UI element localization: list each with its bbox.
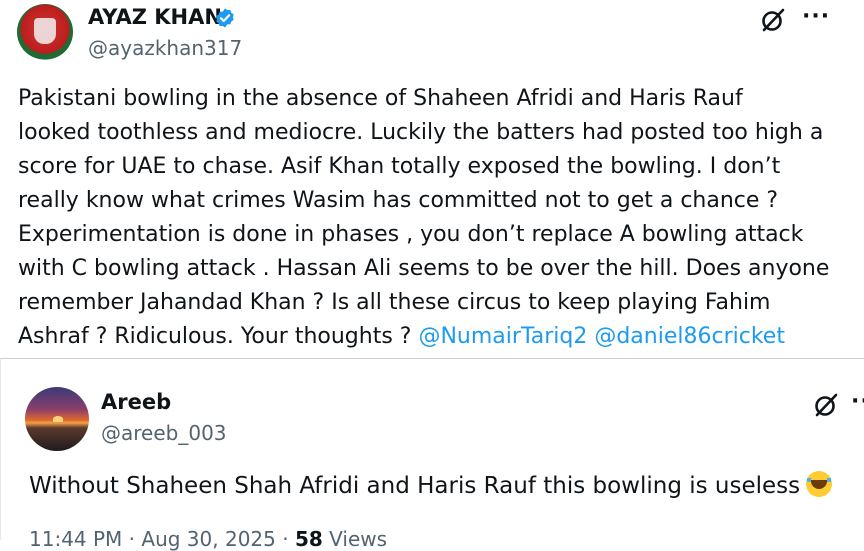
views-label: Views <box>322 527 388 551</box>
tweet-text-line: Pakistani bowling in the absence of Shah… <box>18 86 743 111</box>
author-handle[interactable]: @areeb_003 <box>101 421 227 445</box>
tweet-date[interactable]: Aug 30, 2025 <box>141 527 275 551</box>
verified-badge-icon <box>216 8 234 28</box>
mention-link-numairtariq2[interactable]: @NumairTariq2 <box>418 324 587 349</box>
more-options-icon[interactable]: ··· <box>802 6 830 28</box>
tweet-meta: 11:44 PM · Aug 30, 2025 · 58 Views <box>29 527 387 551</box>
tweet-text-line-last: Ashraf ? Ridiculous. Your thoughts ? @Nu… <box>18 320 858 354</box>
tweet-text-line: looked toothless and mediocre. Luckily t… <box>18 120 824 145</box>
tweet-text-line: Experimentation is done in phases , you … <box>18 222 804 247</box>
tweet-text-content: Without Shaheen Shah Afridi and Haris Ra… <box>29 473 801 499</box>
tweet-text: Without Shaheen Shah Afridi and Haris Ra… <box>29 471 833 499</box>
tweet-text: Pakistani bowling in the absence of Shah… <box>18 82 858 354</box>
author-handle[interactable]: @ayazkhan317 <box>88 36 242 60</box>
meta-separator: · <box>275 527 295 551</box>
face-with-tears-of-joy-icon <box>806 471 833 497</box>
grok-icon[interactable] <box>760 7 786 33</box>
mention-link-daniel86cricket[interactable]: @daniel86cricket <box>594 324 785 349</box>
avatar-logo <box>34 18 56 44</box>
author-display-name[interactable]: Areeb <box>101 390 171 414</box>
meta-separator: · <box>122 527 142 551</box>
more-options-icon[interactable]: ··· <box>851 391 864 413</box>
tweet-text-line: really know what crimes Wasim has commit… <box>18 188 779 213</box>
tweet-text-line: score for UAE to chase. Asif Khan totall… <box>18 154 781 179</box>
avatar-sunset <box>53 416 63 422</box>
avatar-ayaz-khan[interactable] <box>17 4 73 60</box>
quoted-tweet[interactable]: Areeb @areeb_003 ··· Without Shaheen Sha… <box>0 358 864 551</box>
tweet-text-line: with C bowling attack . Hassan Ali seems… <box>18 256 830 281</box>
views-count: 58 <box>294 527 323 551</box>
grok-icon[interactable] <box>813 392 839 418</box>
author-display-name[interactable]: AYAZ KHAN <box>88 5 222 29</box>
tweet-main: AYAZ KHAN @ayazkhan317 ··· Pakistani bow… <box>0 0 864 358</box>
tweet-time[interactable]: 11:44 PM <box>29 527 122 551</box>
avatar-areeb[interactable] <box>25 387 89 451</box>
tweet-text-line: remember Jahandad Khan ? Is all these ci… <box>18 290 771 315</box>
tweet-text-fragment: Ashraf ? Ridiculous. Your thoughts ? <box>18 324 419 349</box>
